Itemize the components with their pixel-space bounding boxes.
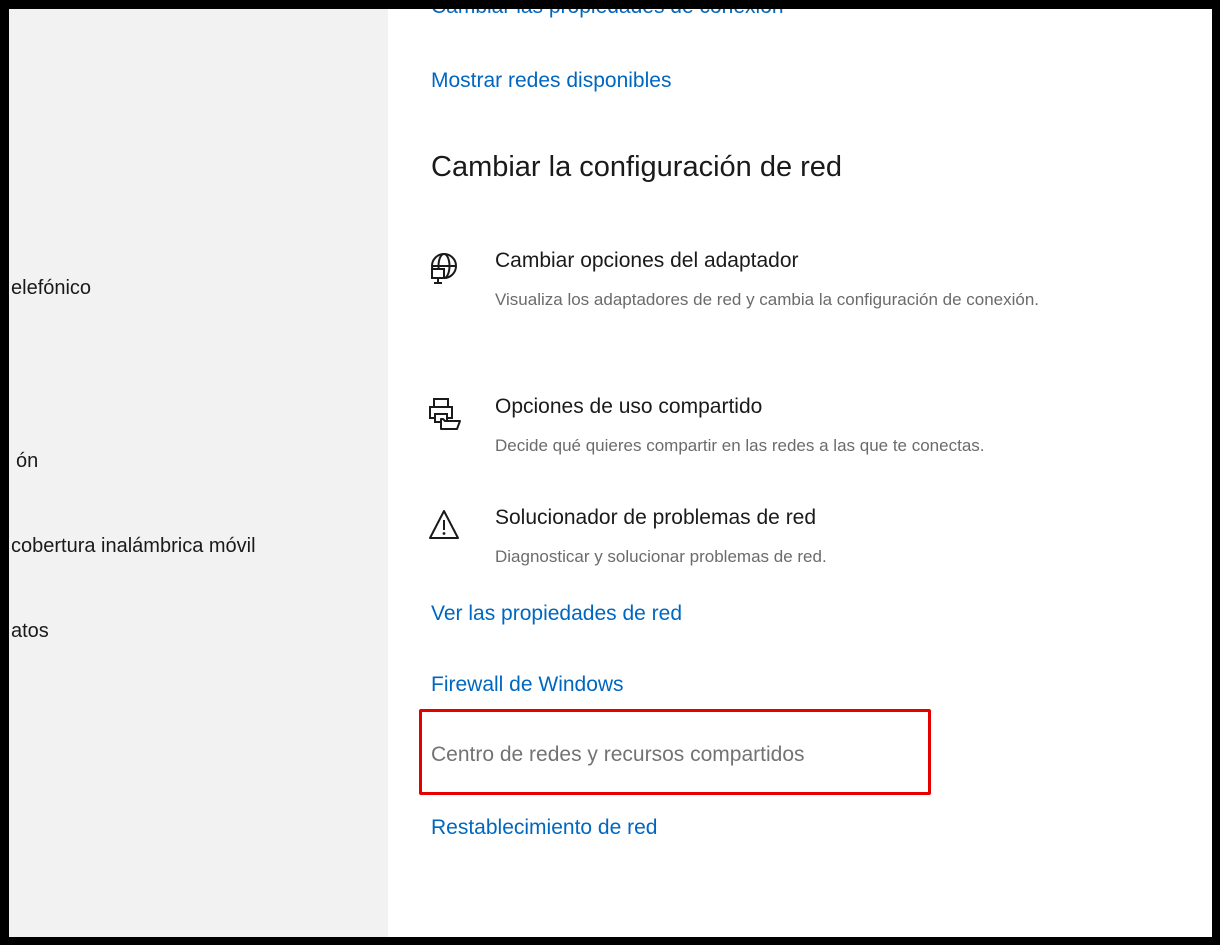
option-description: Visualiza los adaptadores de red y cambi… xyxy=(495,290,1040,309)
windows-firewall-link[interactable]: Firewall de Windows xyxy=(431,673,624,697)
change-connection-properties-link[interactable]: Cambiar las propiedades de conexión xyxy=(431,9,784,19)
section-heading: Cambiar la configuración de red xyxy=(431,151,843,183)
sidebar-item-zona-cobertura[interactable]: cobertura inalámbrica móvil xyxy=(11,535,256,558)
sidebar-item-label: ón xyxy=(16,450,39,472)
sidebar: elefónico ón cobertura inalámbrica móvil… xyxy=(9,9,388,937)
show-available-networks-link[interactable]: Mostrar redes disponibles xyxy=(431,69,671,93)
network-adapter-icon xyxy=(428,251,460,284)
network-reset-link[interactable]: Restablecimiento de red xyxy=(431,816,657,840)
settings-window: elefónico ón cobertura inalámbrica móvil… xyxy=(9,9,1212,937)
network-sharing-center-link[interactable]: Centro de redes y recursos compartidos xyxy=(431,743,805,767)
sharing-icon xyxy=(428,397,461,430)
adapter-options-item[interactable]: Cambiar opciones del adaptador Visualiza… xyxy=(428,249,1168,349)
sharing-options-item[interactable]: Opciones de uso compartido Decide qué qu… xyxy=(428,395,1168,465)
warning-icon xyxy=(428,508,460,540)
network-troubleshooter-item[interactable]: Solucionador de problemas de red Diagnos… xyxy=(428,506,1168,576)
option-description: Diagnosticar y solucionar problemas de r… xyxy=(495,547,827,566)
sidebar-item-label: elefónico xyxy=(11,277,92,299)
sidebar-item-label: cobertura inalámbrica móvil xyxy=(11,535,256,557)
option-title: Cambiar opciones del adaptador xyxy=(495,249,799,272)
sidebar-item-conexion[interactable]: ón xyxy=(16,450,38,473)
option-title: Solucionador de problemas de red xyxy=(495,506,817,529)
sidebar-item-telefonico[interactable]: elefónico xyxy=(11,277,91,300)
sidebar-item-label: atos xyxy=(11,620,49,642)
option-title: Opciones de uso compartido xyxy=(495,395,763,418)
main-content: Cambiar las propiedades de conexión Most… xyxy=(388,9,1212,937)
option-description: Decide qué quieres compartir en las rede… xyxy=(495,436,985,455)
network-properties-link[interactable]: Ver las propiedades de red xyxy=(431,602,682,626)
sidebar-item-uso-datos[interactable]: atos xyxy=(11,620,49,643)
